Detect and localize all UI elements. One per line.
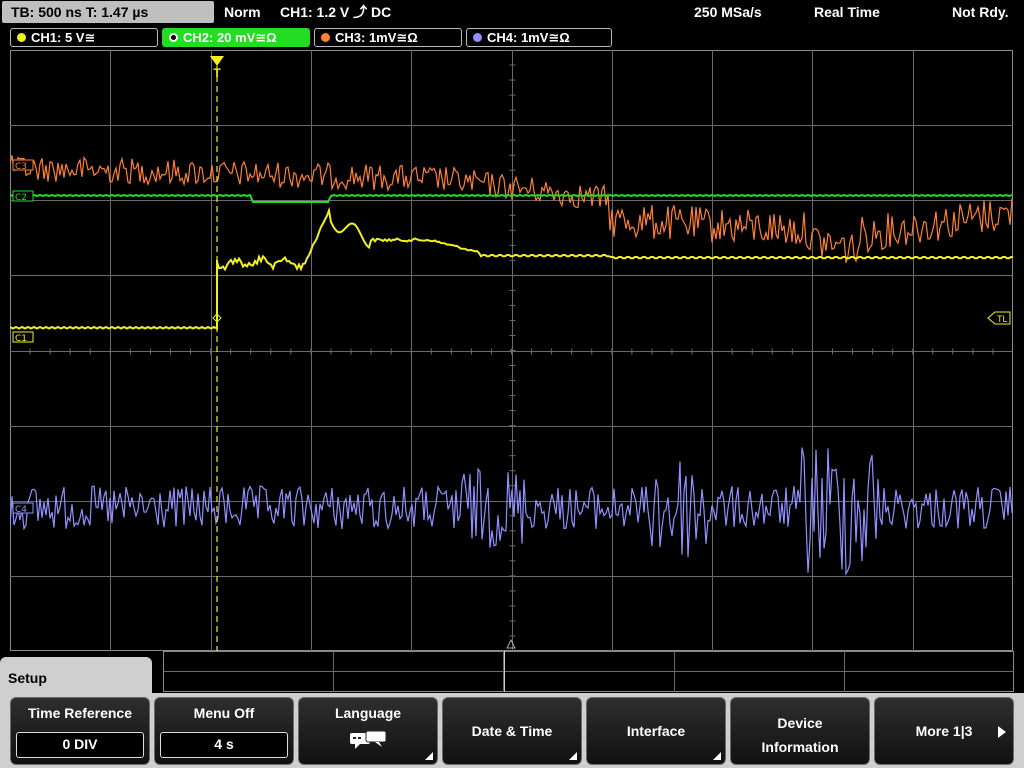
- more-softkey[interactable]: More 1|3: [874, 697, 1014, 765]
- timebase-readout[interactable]: TB: 500 ns T: 1.47 µs: [2, 1, 214, 23]
- channel-tab-ch1[interactable]: CH1: 5 V≅: [10, 28, 158, 47]
- submenu-indicator-icon: [425, 752, 433, 760]
- ch4-label: CH4: 1mV≅Ω: [487, 30, 570, 45]
- acquisition-mode: Real Time: [814, 4, 880, 20]
- ch4-ground-marker[interactable]: C4: [12, 502, 34, 515]
- ch2-label: CH2: 20 mV≅Ω: [183, 30, 277, 45]
- softkey-label: Time Reference: [27, 705, 132, 721]
- ch1-indicator-icon: [17, 33, 26, 42]
- softkey-label: Menu Off: [193, 705, 255, 721]
- time-reference-value: 0 DIV: [16, 732, 144, 758]
- svg-text:C2: C2: [15, 193, 27, 203]
- svg-text:C3: C3: [15, 162, 27, 172]
- ch4-indicator-icon: [473, 33, 482, 42]
- ch3-ground-marker[interactable]: C3: [12, 159, 34, 172]
- speech-bubbles-icon: [350, 730, 387, 749]
- info-strip: [163, 651, 1014, 692]
- svg-text:TL: TL: [997, 314, 1008, 324]
- svg-text:C4: C4: [15, 505, 27, 515]
- ch1-label: CH1: 5 V≅: [31, 30, 96, 45]
- channel-tab-ch4[interactable]: CH4: 1mV≅Ω: [466, 28, 612, 47]
- ch3-indicator-icon: [321, 33, 330, 42]
- interface-softkey[interactable]: Interface: [586, 697, 726, 765]
- device-information-softkey[interactable]: Device Information: [730, 697, 870, 765]
- trigger-position-label: T: [213, 66, 221, 80]
- softkey-label: Date & Time: [471, 723, 553, 739]
- channel-tab-ch3[interactable]: CH3: 1mV≅Ω: [314, 28, 462, 47]
- date-time-softkey[interactable]: Date & Time: [442, 697, 582, 765]
- submenu-indicator-icon: [713, 752, 721, 760]
- trigger-mode[interactable]: Norm: [224, 0, 261, 24]
- time-reference-softkey[interactable]: Time Reference 0 DIV: [10, 697, 150, 765]
- menu-off-value: 4 s: [160, 732, 288, 758]
- softkey-label: Language: [334, 705, 402, 721]
- softkey-label: More 1|3: [915, 723, 973, 739]
- softkey-label: Device Information: [761, 715, 839, 755]
- channel-tab-ch2[interactable]: CH2: 20 mV≅Ω: [162, 28, 310, 47]
- trigger-info[interactable]: CH1: 1.2 V ⤴ DC: [280, 0, 391, 24]
- ready-state: Not Rdy.: [952, 4, 1009, 20]
- svg-text:C1: C1: [15, 334, 27, 344]
- waveform-display[interactable]: T C3 C2 C1 C4 TL: [10, 50, 1013, 651]
- ch3-label: CH3: 1mV≅Ω: [335, 30, 418, 45]
- language-softkey[interactable]: Language: [298, 697, 438, 765]
- status-bar: TB: 500 ns T: 1.47 µs Norm CH1: 1.2 V ⤴ …: [0, 0, 1024, 24]
- ch1-ground-marker[interactable]: C1: [12, 331, 34, 344]
- softkey-label: Interface: [626, 723, 686, 739]
- ch2-ground-marker[interactable]: C2: [12, 190, 34, 203]
- ch2-indicator-icon: [169, 33, 178, 42]
- sample-rate: 250 MSa/s: [694, 4, 762, 20]
- arrow-right-icon: [998, 726, 1006, 738]
- menu-off-softkey[interactable]: Menu Off 4 s: [154, 697, 294, 765]
- submenu-indicator-icon: [569, 752, 577, 760]
